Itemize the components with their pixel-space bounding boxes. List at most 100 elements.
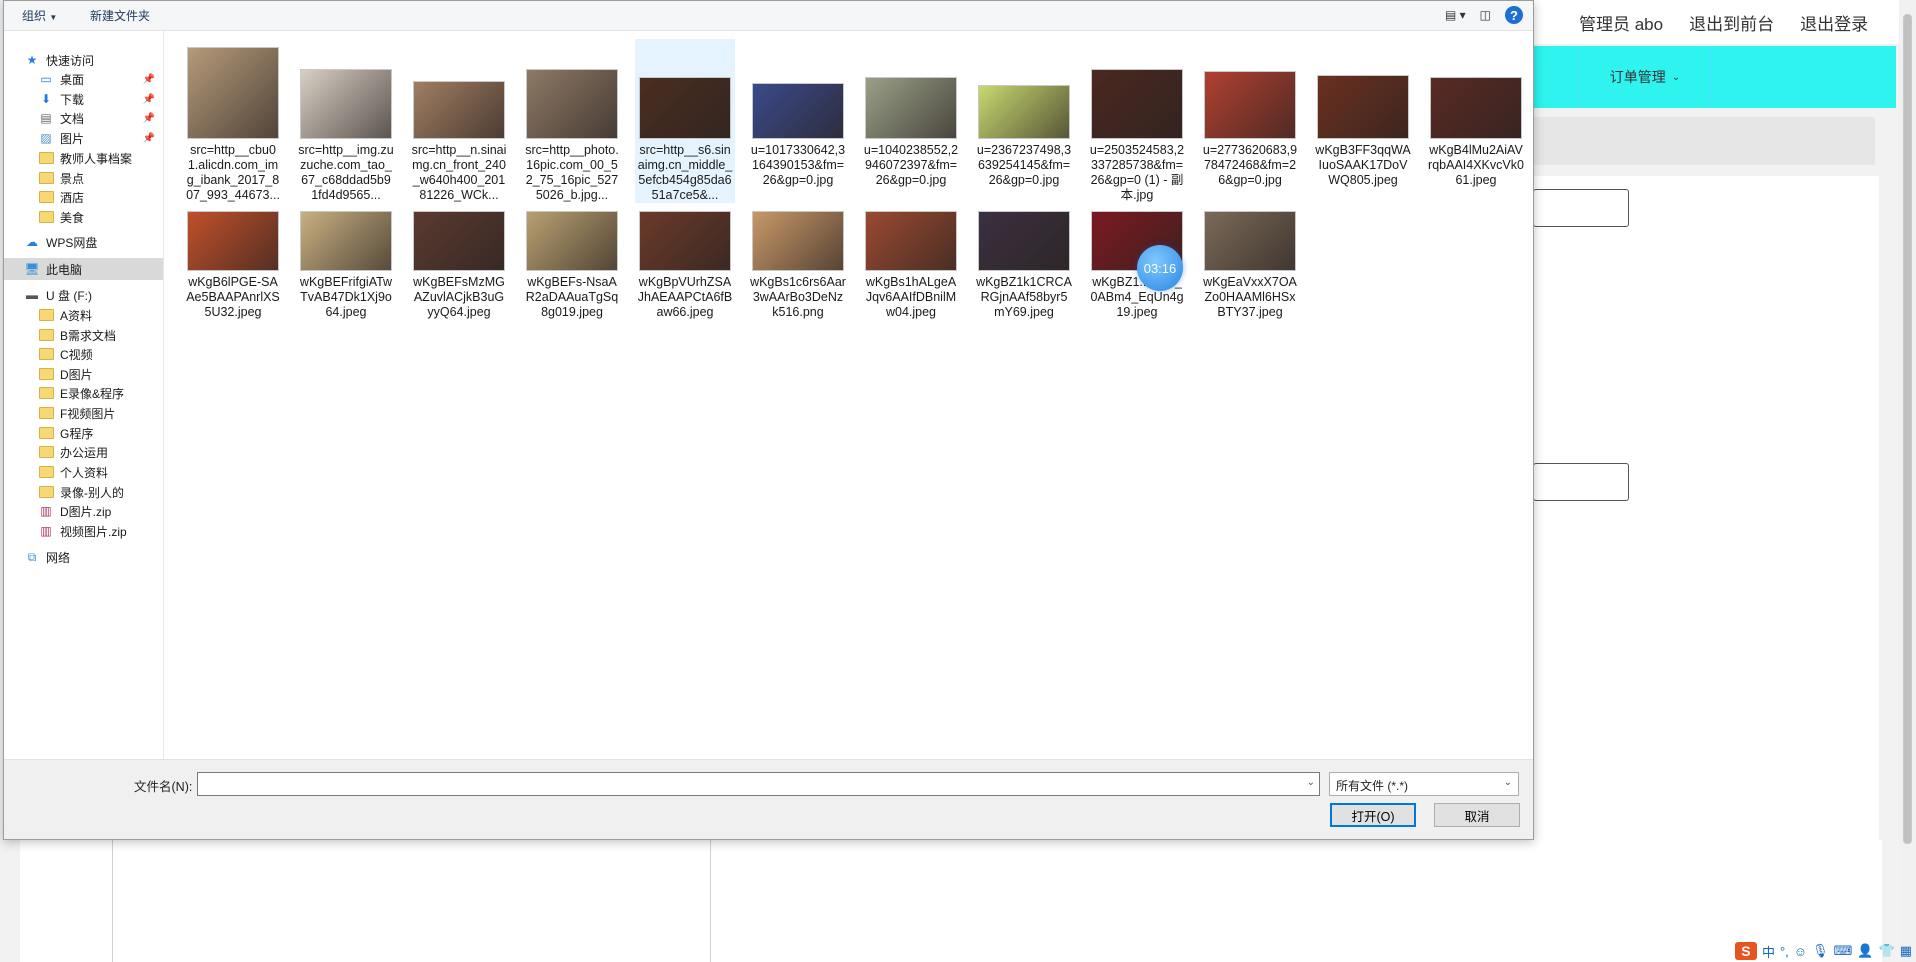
- file-item[interactable]: wKgEaVxxX7OAZo0HAAMl6HSxBTY37.jpeg: [1200, 209, 1300, 329]
- nav-item-label: 下载: [60, 92, 85, 107]
- nav-item[interactable]: ▬ U 盘 (F:): [4, 284, 163, 306]
- pin-icon[interactable]: 📌: [143, 94, 155, 105]
- app-form-input[interactable]: [1533, 463, 1629, 501]
- nav-item-label: 录像-别人的: [60, 485, 124, 500]
- file-item[interactable]: wKgBEFrifgiATwTvAB47Dk1Xj9o64.jpeg: [296, 209, 396, 329]
- file-item[interactable]: u=2367237498,3639254145&fm=26&gp=0.jpg: [974, 39, 1074, 203]
- pin-icon[interactable]: 📌: [143, 113, 155, 124]
- nav-item[interactable]: ▥ 视频图片.zip: [4, 520, 163, 542]
- file-item[interactable]: u=2503524583,2337285738&fm=26&gp=0 (1) -…: [1087, 39, 1187, 203]
- file-item[interactable]: wKgB3FF3qqWAIuoSAAK17DoVWQ805.jpeg: [1313, 39, 1413, 203]
- nav-item-label: 办公运用: [60, 445, 109, 460]
- page-scrollbar[interactable]: [1899, 0, 1916, 962]
- file-item[interactable]: src=http__cbu01.alicdn.com_img_ibank_201…: [183, 39, 283, 203]
- file-name: wKgBs1hALgeAJqv6AAIfDBnilMw04.jpeg: [865, 275, 957, 319]
- nav-item[interactable]: 办公运用: [4, 441, 163, 463]
- grid-icon[interactable]: ▦: [1900, 943, 1912, 959]
- to-frontend-link[interactable]: 退出到前台: [1689, 10, 1774, 35]
- file-name: wKgBZ1k1CRCARGjnAAf58byr5mY69.jpeg: [976, 275, 1072, 319]
- nav-item-label: 文档: [60, 111, 85, 126]
- keyboard-icon[interactable]: ⌨: [1834, 943, 1853, 959]
- app-form-input[interactable]: [1533, 189, 1629, 227]
- file-item[interactable]: wKgBZ1k1CRCARGjnAAf58byr5mY69.jpeg: [974, 209, 1074, 329]
- folder-icon: [38, 465, 54, 479]
- nav-item[interactable]: 美食: [4, 206, 163, 228]
- nav-order-management[interactable]: 订单管理 ⌄: [1579, 46, 1711, 108]
- file-item[interactable]: wKgBs1c6rs6Aar3wAArBo3DeNzk516.png: [748, 209, 848, 329]
- folder-icon: [38, 328, 54, 342]
- nav-item[interactable]: C视频: [4, 343, 163, 365]
- nav-item[interactable]: 个人资料: [4, 461, 163, 483]
- file-name: wKgBEFsMzMGAZuvlACjkB3uGyyQ64.jpeg: [413, 275, 505, 319]
- file-item[interactable]: src=http__s6.sinaimg.cn_middle_5efcb454g…: [635, 39, 735, 203]
- preview-pane-icon[interactable]: ◫: [1480, 8, 1491, 22]
- file-item[interactable]: wKgBpVUrhZSAJhAEAAPCtA6fBaw66.jpeg: [635, 209, 735, 329]
- file-thumbnail: [639, 77, 731, 139]
- chevron-down-icon[interactable]: ⌄: [1307, 777, 1315, 788]
- shirt-icon[interactable]: 👕: [1879, 943, 1895, 959]
- logout-link[interactable]: 退出登录: [1800, 10, 1868, 35]
- scrollbar-thumb[interactable]: [1903, 14, 1912, 844]
- app-header: 管理员 abo 退出到前台 退出登录: [1533, 0, 1906, 44]
- file-item[interactable]: u=1040238552,2946072397&fm=26&gp=0.jpg: [861, 39, 961, 203]
- ime-punct-label[interactable]: °,: [1780, 944, 1789, 959]
- file-item[interactable]: wKgBEFsMzMGAZuvlACjkB3uGyyQ64.jpeg: [409, 209, 509, 329]
- file-item[interactable]: wKgB6lPGE-SAAe5BAAPAnrlXS5U32.jpeg: [183, 209, 283, 329]
- new-folder-button[interactable]: 新建文件夹: [90, 7, 150, 24]
- folder-shape: [38, 152, 54, 164]
- pin-icon[interactable]: 📌: [143, 133, 155, 144]
- file-item[interactable]: u=2773620683,978472468&fm=26&gp=0.jpg: [1200, 39, 1300, 203]
- file-name: u=1040238552,2946072397&fm=26&gp=0.jpg: [863, 143, 959, 187]
- recording-timer: 03:16: [1137, 245, 1183, 291]
- network-icon: ⧉: [27, 549, 37, 564]
- file-name: src=http__n.sinaimg.cn_front_240_w640h40…: [411, 143, 507, 202]
- nav-item[interactable]: E录像&程序: [4, 382, 163, 404]
- open-button[interactable]: 打开(O): [1330, 803, 1416, 827]
- pin-icon[interactable]: 📌: [143, 74, 155, 85]
- folder-icon: [38, 485, 54, 499]
- nav-item[interactable]: 🖥 此电脑: [4, 258, 163, 280]
- filetype-select[interactable]: 所有文件 (*.*) ⌄: [1329, 772, 1519, 796]
- app-breadcrumb-panel: [1533, 117, 1875, 165]
- nav-item[interactable]: A资料: [4, 304, 163, 326]
- cloud-icon: ☁: [26, 235, 38, 249]
- organize-label: 组织: [22, 9, 47, 23]
- file-item[interactable]: u=1017330642,3164390153&fm=26&gp=0.jpg: [748, 39, 848, 203]
- emoji-icon[interactable]: ☺: [1794, 944, 1807, 959]
- file-item[interactable]: src=http__photo.16pic.com_00_52_75_16pic…: [522, 39, 622, 203]
- file-item[interactable]: wKgB4lMu2AiAVrqbAAI4XKvcVk061.jpeg: [1426, 39, 1526, 203]
- file-item[interactable]: src=http__n.sinaimg.cn_front_240_w640h40…: [409, 39, 509, 203]
- nav-item[interactable]: F视频图片: [4, 402, 163, 424]
- folder-icon: [38, 406, 54, 420]
- download-icon: ⬇: [40, 92, 52, 106]
- sogou-logo-icon[interactable]: S: [1734, 942, 1757, 960]
- nav-item-label: U 盘 (F:): [46, 288, 92, 303]
- nav-item[interactable]: ▥ D图片.zip: [4, 500, 163, 522]
- divider: [710, 840, 711, 962]
- user-icon[interactable]: 👤: [1857, 943, 1873, 959]
- nav-item[interactable]: 酒店: [4, 186, 163, 208]
- organize-menu[interactable]: 组织 ▼: [22, 7, 57, 24]
- file-item[interactable]: wKgBEFs-NsaAR2aDAAuaTgSq8g019.jpeg: [522, 209, 622, 329]
- mic-icon[interactable]: 🎙: [1812, 943, 1829, 959]
- star-icon: ★: [26, 53, 38, 67]
- cancel-button[interactable]: 取消: [1434, 803, 1520, 827]
- file-thumbnail: [639, 211, 731, 271]
- view-mode-icon[interactable]: ▤ ▾: [1445, 8, 1466, 22]
- filename-input[interactable]: ⌄: [197, 772, 1320, 796]
- nav-item-label: B需求文档: [60, 328, 117, 343]
- nav-item[interactable]: ☁ WPS网盘: [4, 231, 163, 253]
- nav-item[interactable]: ▭ 桌面 📌: [4, 68, 163, 90]
- folder-icon: [38, 367, 54, 381]
- file-item[interactable]: src=http__img.zuzuche.com_tao_67_c68ddad…: [296, 39, 396, 203]
- file-item[interactable]: wKgBs1hALgeAJqv6AAIfDBnilMw04.jpeg: [861, 209, 961, 329]
- nav-item[interactable]: ▤ 文档 📌: [4, 107, 163, 129]
- chevron-down-icon: ⌄: [1503, 777, 1512, 788]
- help-icon[interactable]: ?: [1505, 6, 1523, 24]
- nav-item[interactable]: ▨ 图片 📌: [4, 127, 163, 149]
- zip-icon: ▥: [40, 524, 52, 538]
- file-thumbnail: [300, 211, 392, 271]
- ime-mode-label[interactable]: 中: [1762, 942, 1775, 961]
- nav-item[interactable]: 教师人事档案: [4, 147, 163, 169]
- nav-item[interactable]: ⧉ 网络: [4, 546, 163, 568]
